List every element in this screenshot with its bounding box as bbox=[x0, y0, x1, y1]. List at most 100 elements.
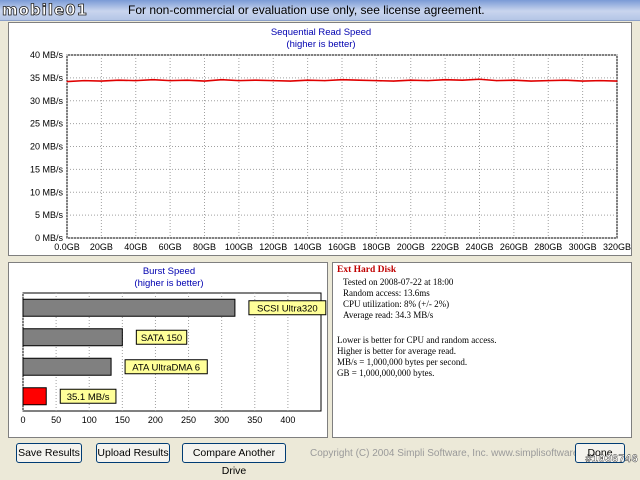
image-watermark: #1036746 bbox=[585, 454, 638, 466]
read-speed-point bbox=[272, 80, 274, 82]
burst-bar bbox=[22, 387, 47, 406]
title-bar: mobile01 For non-commercial or evaluatio… bbox=[0, 0, 640, 21]
burst-bar-label: 35.1 MB/s bbox=[67, 392, 110, 403]
burst-bar-label: SCSI Ultra320 bbox=[257, 303, 318, 314]
disk-name: Ext Hard Disk bbox=[337, 265, 397, 275]
burst-x-tick-label: 0 bbox=[20, 415, 25, 425]
read-x-tick-label: 180GB bbox=[362, 242, 390, 252]
read-y-tick-label: 35 MB/s bbox=[30, 73, 64, 83]
read-speed-point bbox=[582, 80, 584, 82]
read-speed-point bbox=[599, 80, 601, 82]
note-lower: Lower is better for CPU and random acces… bbox=[337, 335, 497, 345]
read-speed-point bbox=[358, 79, 360, 81]
mobile01-logo: mobile01 bbox=[2, 1, 89, 19]
read-x-tick-label: 20GB bbox=[90, 242, 113, 252]
note-gb: GB = 1,000,000,000 bytes. bbox=[337, 368, 435, 378]
read-speed-point bbox=[117, 79, 120, 81]
read-speed-point bbox=[324, 80, 326, 82]
read-speed-point bbox=[152, 79, 154, 81]
save-results-button[interactable]: Save Results bbox=[16, 443, 82, 463]
copyright-text: Copyright (C) 2004 Simpli Software, Inc.… bbox=[310, 448, 601, 459]
average-read: Average read: 34.3 MB/s bbox=[343, 310, 434, 320]
read-x-tick-label: 100GB bbox=[225, 242, 253, 252]
burst-bar-label: SATA 150 bbox=[141, 333, 182, 344]
read-x-tick-label: 280GB bbox=[534, 242, 562, 252]
read-y-tick-label: 20 MB/s bbox=[30, 142, 64, 152]
read-x-tick-label: 220GB bbox=[431, 242, 459, 252]
read-speed-point bbox=[289, 80, 292, 82]
read-speed-point bbox=[135, 80, 137, 82]
read-y-tick-label: 0 MB/s bbox=[35, 233, 64, 243]
read-y-tick-label: 25 MB/s bbox=[30, 119, 64, 129]
cpu-utilization: CPU utilization: 8% (+/- 2%) bbox=[343, 299, 450, 309]
read-y-tick-label: 10 MB/s bbox=[30, 187, 64, 197]
burst-x-tick-label: 350 bbox=[247, 415, 262, 425]
read-x-tick-label: 60GB bbox=[159, 242, 182, 252]
read-speed-point bbox=[186, 79, 188, 81]
burst-x-tick-label: 150 bbox=[115, 415, 130, 425]
read-x-tick-label: 300GB bbox=[569, 242, 597, 252]
read-speed-point bbox=[616, 80, 618, 82]
burst-speed-panel: Burst Speed (higher is better) 0 50 100 150… bbox=[8, 262, 328, 438]
results-details: Tested on 2008-07-22 at 18:00 Random acc… bbox=[343, 277, 453, 321]
read-x-tick-label: 0.0GB bbox=[54, 242, 80, 252]
burst-x-tick-label: 300 bbox=[214, 415, 229, 425]
read-speed-point bbox=[203, 80, 206, 82]
read-y-tick-label: 40 MB/s bbox=[30, 50, 64, 60]
read-speed-point bbox=[461, 79, 463, 81]
read-speed-point bbox=[375, 80, 377, 82]
read-x-tick-label: 140GB bbox=[294, 242, 322, 252]
read-speed-point bbox=[238, 80, 240, 82]
read-speed-point bbox=[392, 80, 395, 82]
upload-results-button[interactable]: Upload Results bbox=[96, 443, 170, 463]
burst-bar-label: ATA UltraDMA 6 bbox=[132, 362, 200, 373]
window-title: For non-commercial or evaluation use onl… bbox=[128, 3, 485, 17]
read-x-tick-label: 260GB bbox=[500, 242, 528, 252]
read-y-tick-label: 5 MB/s bbox=[35, 210, 64, 220]
sequential-read-panel: Sequential Read Speed (higher is better)… bbox=[8, 22, 632, 256]
read-speed-point bbox=[547, 80, 549, 82]
read-x-tick-label: 40GB bbox=[124, 242, 147, 252]
read-speed-point bbox=[513, 79, 515, 81]
burst-bar bbox=[22, 357, 112, 376]
read-speed-point bbox=[169, 80, 171, 82]
results-info-panel: Ext Hard Disk Tested on 2008-07-22 at 18… bbox=[332, 262, 632, 438]
burst-x-tick-label: 50 bbox=[51, 415, 61, 425]
note-mbs: MB/s = 1,000,000 bytes per second. bbox=[337, 357, 468, 367]
read-speed-point bbox=[341, 79, 343, 81]
burst-bar bbox=[22, 328, 123, 347]
read-x-tick-label: 80GB bbox=[193, 242, 216, 252]
read-speed-point bbox=[410, 79, 412, 81]
read-speed-point bbox=[530, 80, 532, 82]
results-notes: Lower is better for CPU and random acces… bbox=[337, 335, 496, 379]
read-speed-point bbox=[444, 79, 446, 81]
note-higher: Higher is better for average read. bbox=[337, 346, 456, 356]
burst-x-tick-label: 400 bbox=[280, 415, 295, 425]
burst-x-tick-label: 250 bbox=[181, 415, 196, 425]
read-speed-point bbox=[427, 80, 429, 82]
read-y-tick-label: 30 MB/s bbox=[30, 96, 64, 106]
burst-x-tick-label: 100 bbox=[82, 415, 97, 425]
burst-x-tick-label: 200 bbox=[148, 415, 163, 425]
read-speed-point bbox=[496, 80, 498, 82]
read-speed-point bbox=[83, 80, 85, 82]
read-speed-point bbox=[100, 80, 102, 82]
read-y-tick-label: 15 MB/s bbox=[30, 164, 64, 174]
read-x-tick-label: 160GB bbox=[328, 242, 356, 252]
burst-bar bbox=[22, 298, 236, 317]
compare-drive-button[interactable]: Compare Another Drive bbox=[182, 443, 286, 477]
read-x-tick-label: 200GB bbox=[397, 242, 425, 252]
random-access: Random access: 13.6ms bbox=[343, 288, 430, 298]
read-speed-point bbox=[478, 78, 481, 80]
read-speed-point bbox=[255, 79, 257, 81]
read-x-tick-label: 240GB bbox=[465, 242, 493, 252]
read-speed-point bbox=[307, 79, 309, 81]
read-speed-point bbox=[564, 79, 567, 81]
read-x-tick-label: 120GB bbox=[259, 242, 287, 252]
burst-speed-chart: 0 50 100 150 200 250 300 350 400 SCSI Ultra320 SAT… bbox=[20, 292, 327, 425]
read-speed-point bbox=[66, 80, 68, 83]
read-speed-point bbox=[221, 79, 223, 81]
sequential-read-chart: 0.0GB 20GB 40GB 60GB 80GB 100GB 120GB 140GB 160G… bbox=[30, 50, 631, 252]
read-x-tick-label: 320GB bbox=[603, 242, 631, 252]
tested-on: Tested on 2008-07-22 at 18:00 bbox=[343, 277, 454, 287]
